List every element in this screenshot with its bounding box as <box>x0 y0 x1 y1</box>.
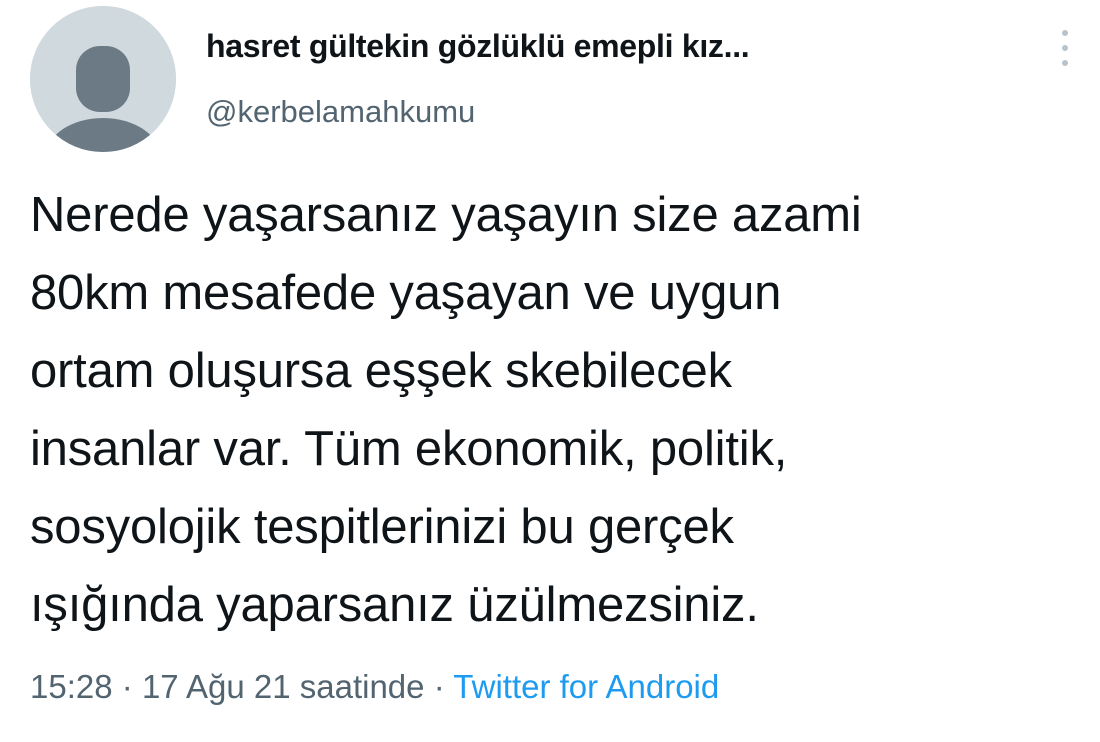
avatar[interactable] <box>30 6 176 152</box>
tweet-date[interactable]: 17 Ağu 21 saatinde <box>142 668 425 705</box>
tweet-meta: 15:28 · 17 Ağu 21 saatinde · Twitter for… <box>30 668 719 706</box>
tweet-text-line: 80km mesafede yaşayan ve uygun <box>30 266 782 320</box>
tweet-text-line: Nerede yaşarsanız yaşayın size azami <box>30 188 862 242</box>
tweet-card: hasret gültekin gözlüklü emepli kız... @… <box>0 0 1100 742</box>
tweet-text: Nerede yaşarsanız yaşayın size azami 80k… <box>30 176 1090 644</box>
tweet-text-line: ışığında yaparsanız üzülmezsiniz. <box>30 578 759 632</box>
meta-separator: · <box>433 668 445 705</box>
more-vertical-icon <box>1062 30 1068 36</box>
more-vertical-icon-dot <box>1062 45 1068 51</box>
more-vertical-icon-dot <box>1062 60 1068 66</box>
more-options-button[interactable] <box>1050 24 1080 72</box>
author-handle[interactable]: @kerbelamahkumu <box>206 94 475 130</box>
default-profile-icon <box>30 6 176 152</box>
tweet-text-line: sosyolojik tespitlerinizi bu gerçek <box>30 500 734 554</box>
author-display-name[interactable]: hasret gültekin gözlüklü emepli kız... <box>206 28 750 65</box>
meta-separator: · <box>121 668 133 705</box>
tweet-text-line: insanlar var. Tüm ekonomik, politik, <box>30 422 788 476</box>
tweet-text-line: ortam oluşursa eşşek skebilecek <box>30 344 732 398</box>
tweet-source-link[interactable]: Twitter for Android <box>453 668 719 705</box>
tweet-time[interactable]: 15:28 <box>30 668 113 705</box>
